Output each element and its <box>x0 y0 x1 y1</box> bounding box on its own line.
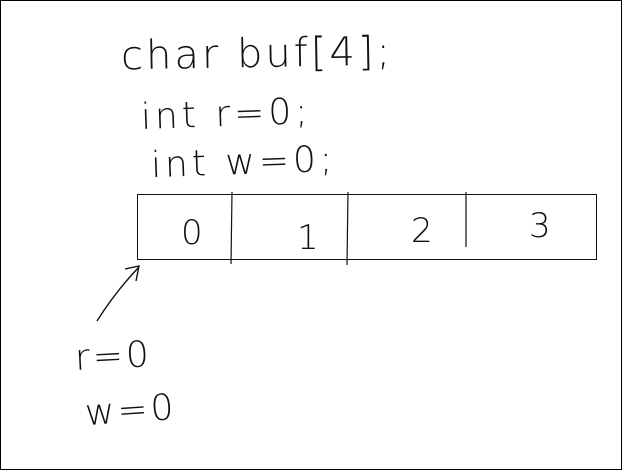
buffer-cell-3: 3 <box>529 206 551 246</box>
buffer-cell-1: 1 <box>297 218 319 258</box>
pointer-arrow <box>96 266 140 322</box>
code-line-buf-declaration: char buf[4]; <box>120 28 394 80</box>
buffer-cell-0: 0 <box>181 213 203 253</box>
buffer-array <box>137 194 597 260</box>
code-line-w-declaration: int w=0; <box>150 138 337 187</box>
buffer-cell-2: 2 <box>411 211 433 251</box>
read-pointer-label: r=0 <box>73 334 153 379</box>
code-line-r-declaration: int r=0; <box>140 91 313 138</box>
whiteboard-canvas: char buf[4]; int r=0; int w=0; 0 1 2 3 r… <box>0 0 622 470</box>
write-pointer-label: w=0 <box>83 386 178 435</box>
arrow-head-icon <box>124 265 140 282</box>
